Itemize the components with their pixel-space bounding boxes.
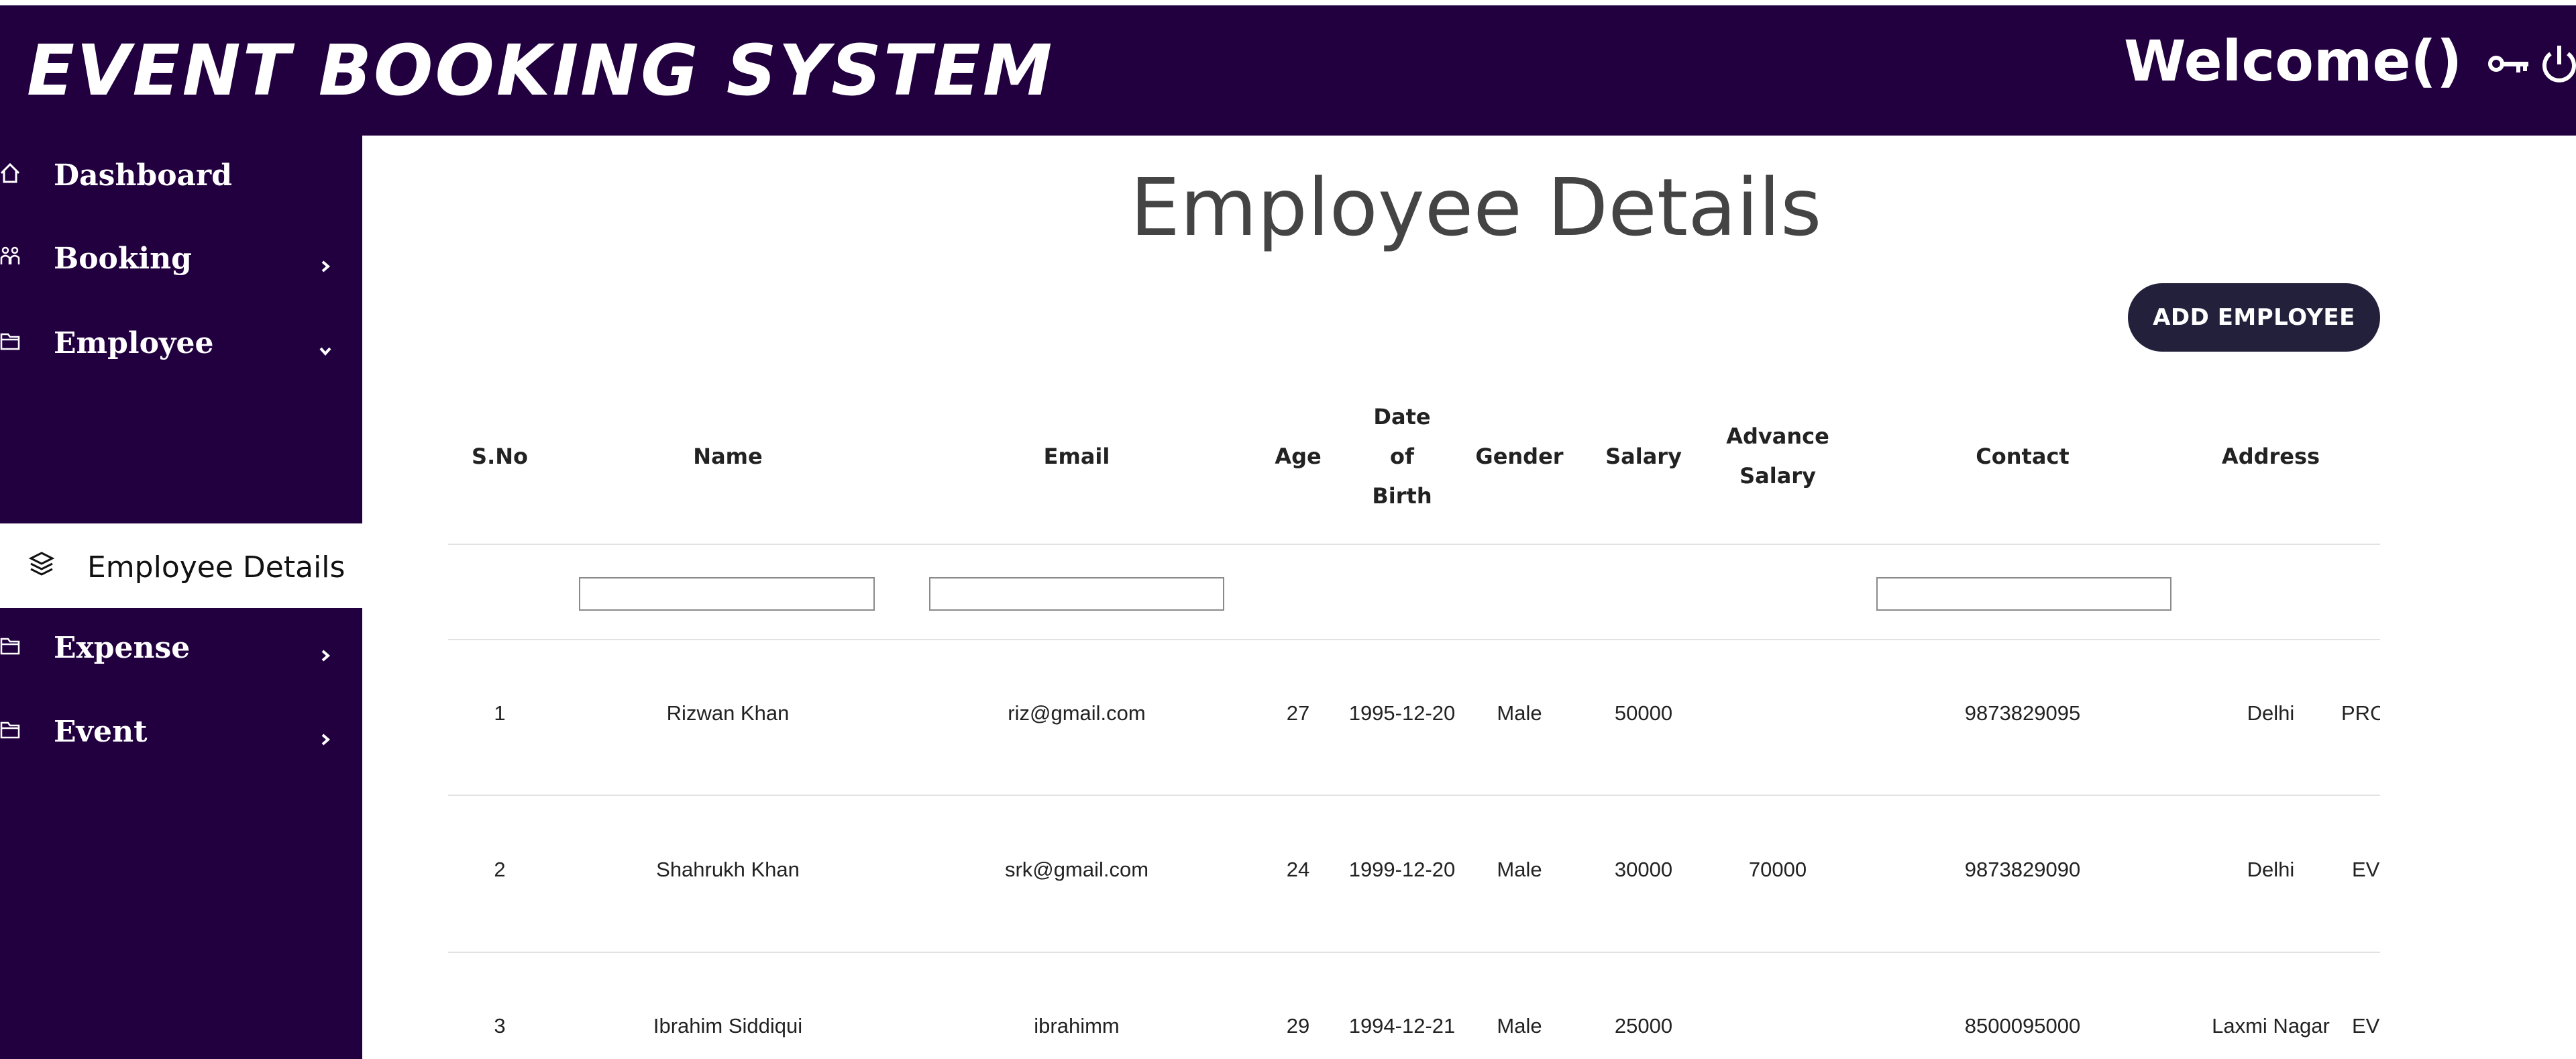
- sidebar-item-expense[interactable]: Expense: [0, 608, 362, 689]
- cell-name: Shahrukh Khan: [656, 858, 800, 881]
- cell-sno: 1: [494, 701, 506, 725]
- cell-age: 24: [1286, 858, 1310, 881]
- chevron-right-icon: [321, 734, 331, 746]
- cell-salary: 30000: [1614, 858, 1673, 881]
- welcome-text: Welcome(): [2124, 28, 2463, 94]
- sidebar-item-label: Booking: [54, 242, 192, 276]
- sidebar-item-booking[interactable]: Booking: [0, 219, 362, 299]
- contact-filter-input[interactable]: [1876, 577, 2171, 611]
- cell-contact: 9873829090: [1964, 858, 2081, 881]
- cell-advance-salary: 70000: [1748, 858, 1807, 881]
- cell-truncated: EV: [2352, 858, 2380, 881]
- cell-email: riz@gmail.com: [1008, 701, 1146, 725]
- cell-gender: Male: [1497, 858, 1542, 881]
- column-header-dob-line3: Birth: [1372, 483, 1432, 509]
- column-header-age: Age: [1275, 444, 1322, 469]
- column-header-advance-line1: Advance: [1726, 423, 1829, 449]
- cell-salary: 25000: [1614, 1014, 1673, 1038]
- cell-contact: 8500095000: [1964, 1014, 2081, 1038]
- home-icon: [0, 162, 20, 183]
- cell-gender: Male: [1497, 1014, 1542, 1038]
- column-header-address: Address: [2221, 444, 2320, 469]
- cell-email: srk@gmail.com: [1004, 858, 1149, 881]
- sidebar-item-dashboard[interactable]: Dashboard: [0, 136, 362, 216]
- sidebar-subitem-label: Employee Details: [87, 550, 345, 585]
- row-divider: [448, 795, 2380, 796]
- column-header-dob-line1: Date: [1373, 404, 1431, 430]
- cell-dob: 1999-12-20: [1348, 858, 1456, 881]
- sidebar-item-employee[interactable]: Employee: [0, 303, 362, 384]
- folder-icon: [0, 721, 20, 739]
- column-header-contact: Contact: [1976, 444, 2070, 469]
- sidebar-subitem-employee-details[interactable]: Employee Details: [0, 523, 362, 608]
- row-divider: [448, 544, 2380, 545]
- cell-age: 29: [1286, 1014, 1310, 1038]
- column-header-name: Name: [693, 444, 763, 469]
- email-filter-input[interactable]: [929, 577, 1224, 611]
- power-icon[interactable]: [2536, 40, 2576, 87]
- users-icon: [0, 246, 20, 264]
- sidebar-item-label: Dashboard: [54, 158, 232, 193]
- cell-salary: 50000: [1614, 701, 1673, 725]
- sidebar-item-event[interactable]: Event: [0, 692, 362, 772]
- cell-address: Delhi: [2247, 858, 2295, 881]
- sidebar-item-label: Employee: [54, 326, 214, 360]
- cell-address: Delhi: [2247, 701, 2295, 725]
- column-header-email: Email: [1043, 444, 1110, 469]
- cell-address: Laxmi Nagar: [2212, 1014, 2330, 1038]
- layers-icon: [28, 552, 55, 576]
- sidebar-item-label: Expense: [54, 631, 191, 665]
- chevron-down-icon: [319, 347, 331, 356]
- folder-icon: [0, 333, 20, 350]
- cell-age: 27: [1286, 701, 1310, 725]
- column-header-advance-line2: Salary: [1739, 463, 1816, 489]
- key-icon[interactable]: [2485, 40, 2532, 87]
- sidebar-item-label: Event: [54, 715, 148, 749]
- chevron-right-icon: [321, 260, 331, 272]
- top-header: EVENT BOOKING SYSTEM Welcome(): [0, 5, 2576, 136]
- folder-icon: [0, 638, 20, 655]
- cell-contact: 9873829095: [1964, 701, 2081, 725]
- cell-sno: 3: [494, 1014, 506, 1038]
- cell-name: Ibrahim Siddiqui: [653, 1014, 803, 1038]
- sidebar: Dashboard Booking Employee Employee Deta…: [0, 136, 362, 1059]
- app-title: EVENT BOOKING SYSTEM: [27, 30, 1055, 111]
- row-divider: [448, 952, 2380, 953]
- cell-dob: 1995-12-20: [1348, 701, 1456, 725]
- page-title: Employee Details: [1130, 161, 1822, 254]
- column-header-gender: Gender: [1475, 444, 1564, 469]
- cell-email: ibrahimm: [1034, 1014, 1120, 1038]
- column-header-salary: Salary: [1605, 444, 1682, 469]
- add-employee-button[interactable]: ADD EMPLOYEE: [2128, 283, 2380, 352]
- chevron-right-icon: [321, 650, 331, 662]
- cell-gender: Male: [1497, 701, 1542, 725]
- cell-name: Rizwan Khan: [666, 701, 790, 725]
- row-divider: [448, 639, 2380, 640]
- cell-sno: 2: [494, 858, 506, 881]
- column-header-dob-line2: of: [1390, 444, 1414, 469]
- name-filter-input[interactable]: [579, 577, 875, 611]
- cell-truncated: PRO: [2341, 701, 2380, 725]
- column-header-sno: S.No: [472, 444, 528, 469]
- cell-truncated: EV: [2352, 1014, 2380, 1038]
- cell-dob: 1994-12-21: [1348, 1014, 1456, 1038]
